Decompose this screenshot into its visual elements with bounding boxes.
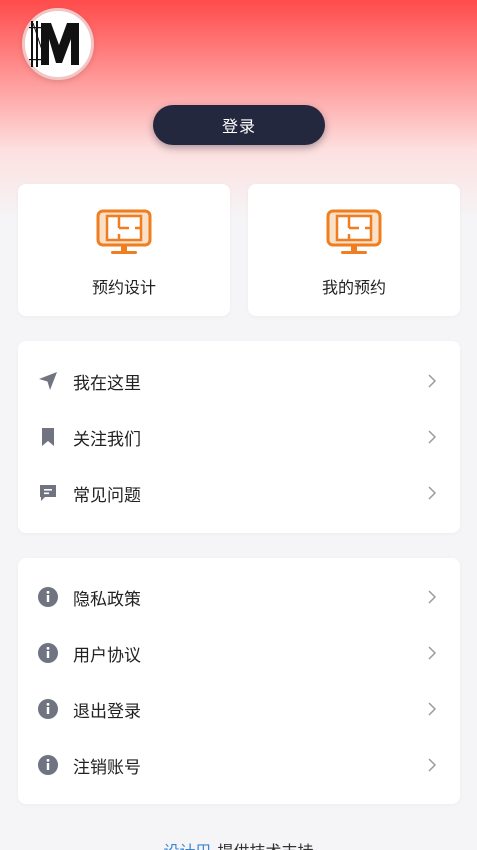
profile-page: 登录 预约设计 我的预约 我在这里 关注我们 常见问题 隐私政策 用户协议 退出… [0,0,477,850]
footer-brand-link[interactable]: 设计巴 [163,842,211,850]
chevron-right-icon [428,702,437,716]
menu-item-delete-account[interactable]: 注销账号 [18,737,460,793]
info-icon [38,755,58,775]
bookmark-icon [38,427,58,447]
footer-credit: 设计巴提供技术支持 [0,838,477,850]
message-icon [38,483,58,503]
logo-m-icon [29,21,79,67]
location-arrow-icon [38,371,58,391]
info-icon [38,699,58,719]
chevron-right-icon [428,758,437,772]
menu-item-label: 隐私政策 [73,589,141,610]
menu-item-logout[interactable]: 退出登录 [18,681,460,737]
chevron-right-icon [428,430,437,444]
menu-group-1: 我在这里 关注我们 常见问题 [18,341,460,533]
avatar[interactable] [22,8,94,80]
info-icon [38,643,58,663]
menu-item-label: 关注我们 [73,429,141,450]
book-design-label: 预约设计 [91,278,156,297]
menu-item-user-agreement[interactable]: 用户协议 [18,625,460,681]
menu-group-2: 隐私政策 用户协议 退出登录 注销账号 [18,558,460,804]
chevron-right-icon [428,590,437,604]
menu-item-faq[interactable]: 常见问题 [18,465,460,521]
info-icon [38,587,58,607]
floorplan-monitor-icon [96,209,152,254]
menu-item-privacy[interactable]: 隐私政策 [18,569,460,625]
chevron-right-icon [428,486,437,500]
menu-item-label: 用户协议 [73,645,141,666]
chevron-right-icon [428,374,437,388]
menu-item-location[interactable]: 我在这里 [18,353,460,409]
footer-text: 提供技术支持 [218,842,314,850]
chevron-right-icon [428,646,437,660]
book-design-card[interactable]: 预约设计 [18,184,230,316]
menu-item-label: 退出登录 [73,701,141,722]
my-bookings-label: 我的预约 [321,278,386,297]
login-button[interactable]: 登录 [153,105,325,145]
menu-item-label: 我在这里 [73,373,141,394]
menu-item-label: 注销账号 [73,757,141,778]
menu-item-label: 常见问题 [73,485,141,506]
floorplan-monitor-icon [326,209,382,254]
my-bookings-card[interactable]: 我的预约 [248,184,460,316]
menu-item-follow[interactable]: 关注我们 [18,409,460,465]
